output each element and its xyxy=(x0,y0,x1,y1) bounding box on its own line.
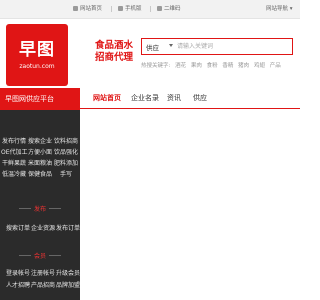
sidebar-item[interactable]: 发布订单 xyxy=(56,223,80,232)
site-logo[interactable]: 早图 zaotun.com xyxy=(6,24,68,86)
topbar-qrcode-link[interactable]: 二维码 xyxy=(157,4,181,14)
divider xyxy=(150,6,151,12)
sidebar-item[interactable]: 搜索订单 xyxy=(6,223,30,232)
sidebar-item[interactable]: 企业资源 xyxy=(31,223,55,232)
section-title-member: 会员 xyxy=(0,251,80,260)
sidebar-item[interactable]: 米面粮油 xyxy=(27,158,53,167)
sidebar-item[interactable]: 饮料招商 xyxy=(53,136,79,145)
home-icon xyxy=(73,6,78,11)
sidebar-item[interactable]: 干鲜果蔬 xyxy=(1,158,27,167)
slogan-line-2: 招商代理 xyxy=(94,52,133,63)
slogan-line-1: 食品酒水 xyxy=(94,40,133,51)
search-input[interactable] xyxy=(177,40,289,53)
divider xyxy=(111,6,112,12)
hot-keyword[interactable]: 产品 xyxy=(270,63,281,69)
slogan: 食品酒水 招商代理 xyxy=(94,40,134,64)
sidebar-item[interactable]: 人才招聘 xyxy=(6,280,30,289)
sidebar-item[interactable]: 升级会员 xyxy=(56,268,80,277)
sidebar-item[interactable]: 发布行情 xyxy=(1,136,27,145)
sidebar-item[interactable]: 低温冷藏 xyxy=(1,169,27,178)
hot-keyword[interactable]: 果肉 xyxy=(191,63,202,69)
hot-keyword[interactable]: 鸡翅 xyxy=(254,63,265,69)
sidebar: 发布行情 搜索企业 饮料招商 OE代加工 方便小面 饮品强化 干鲜果蔬 米面粮油… xyxy=(0,110,80,300)
sidebar-item[interactable]: 登录帐号 xyxy=(6,268,30,277)
qrcode-icon xyxy=(157,6,162,11)
sidebar-item[interactable]: 品牌加盟 xyxy=(56,280,80,289)
search-category-select[interactable]: 供应 xyxy=(146,42,159,52)
nav-home[interactable]: 网站首页 xyxy=(90,88,124,108)
search-box: 供应 xyxy=(141,38,293,55)
sidebar-item[interactable]: 手写 xyxy=(53,169,79,178)
sidebar-item[interactable]: 肥料添加 xyxy=(53,158,79,167)
topbar-mobile-link[interactable]: 手机版 xyxy=(118,4,142,14)
logo-url: zaotun.com xyxy=(19,63,55,70)
sidebar-item[interactable]: 搜索企业 xyxy=(27,136,53,145)
hot-keyword[interactable]: 猪肉 xyxy=(238,63,249,69)
topbar-site-nav[interactable]: 网站导航 ▾ xyxy=(266,4,293,14)
sidebar-item[interactable]: 保健食品 xyxy=(27,169,53,178)
section-title-publish: 发布 xyxy=(0,204,80,213)
chevron-down-icon[interactable] xyxy=(169,44,173,47)
sidebar-item[interactable]: 产品招商 xyxy=(31,280,55,289)
nav-news[interactable]: 资讯 xyxy=(162,88,186,108)
mobile-icon xyxy=(118,6,123,11)
sidebar-item[interactable]: 方便小面 xyxy=(27,147,53,156)
hot-keyword[interactable]: 酒花 xyxy=(175,63,186,69)
sidebar-item[interactable]: 注册帐号 xyxy=(31,268,55,277)
hot-keyword[interactable]: 食粉 xyxy=(207,63,218,69)
hot-keyword[interactable]: 香精 xyxy=(222,63,233,69)
topbar-home-link[interactable]: 网站首页 xyxy=(73,4,102,14)
logo-name: 早图 xyxy=(19,40,55,60)
sidebar-item[interactable]: OE代加工 xyxy=(1,147,28,156)
nav-companies[interactable]: 企业名录 xyxy=(128,88,162,108)
category-menu-title[interactable]: 早图网供应平台 xyxy=(0,88,80,110)
top-bar: 网站首页 手机版 二维码 网站导航 ▾ xyxy=(0,0,300,19)
hot-keywords: 热搜关键字: 酒花 果肉 食粉 香精 猪肉 鸡翅 产品 xyxy=(141,61,284,69)
nav-supply[interactable]: 供应 xyxy=(188,88,212,108)
sidebar-item[interactable]: 饮品强化 xyxy=(53,147,79,156)
hot-keywords-label: 热搜关键字: xyxy=(141,63,171,69)
